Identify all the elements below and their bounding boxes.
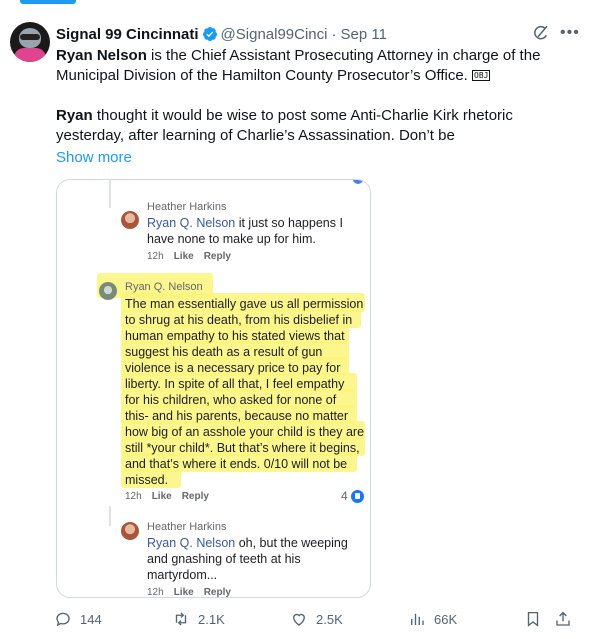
comment-line: missed. bbox=[125, 473, 169, 487]
thread-line bbox=[109, 180, 111, 208]
comment-mention: Ryan Q. Nelson bbox=[147, 216, 236, 230]
comment-reply: Reply bbox=[203, 587, 231, 598]
comment-text: Ryan Q. Nelson it just so happens I have… bbox=[147, 215, 343, 247]
comment-line: liberty. In spite of all that, I feel em… bbox=[125, 377, 345, 391]
post-header: Signal 99 Cincinnati @Signal99Cinci · Se… bbox=[56, 24, 594, 44]
share-icon bbox=[556, 611, 570, 626]
comment-text: The man essentially gave us all permissi… bbox=[125, 296, 364, 488]
comment-text-part: have none to make up for him. bbox=[147, 232, 316, 246]
comment-avatar bbox=[121, 522, 139, 540]
post-text: Ryan Nelson is the Chief Assistant Prose… bbox=[56, 46, 576, 168]
repost-count: 2.1K bbox=[198, 611, 225, 627]
post-bold-name-1: Ryan Nelson bbox=[56, 47, 147, 64]
like-button[interactable]: 2.5K bbox=[290, 610, 343, 628]
repost-button[interactable]: 2.1K bbox=[172, 610, 225, 628]
thread-line bbox=[109, 506, 111, 526]
views-count: 66K bbox=[434, 611, 458, 627]
comment-text-part: martyrdom... bbox=[147, 568, 218, 582]
comment-author: Heather Harkins bbox=[147, 201, 227, 213]
share-button[interactable] bbox=[554, 610, 572, 628]
comment-author: Ryan Q. Nelson bbox=[125, 281, 203, 293]
comment-meta: 12h Like Reply bbox=[147, 251, 231, 262]
comment-line: this- and his parents, because no matter bbox=[125, 409, 349, 423]
comment-avatar bbox=[121, 211, 139, 229]
post-paragraph-1: Ryan Nelson is the Chief Assistant Prose… bbox=[56, 46, 576, 86]
comment-line: how big of an asshole your child is they… bbox=[125, 425, 365, 439]
active-tab-indicator bbox=[20, 0, 76, 4]
comment-like: Like bbox=[173, 587, 194, 598]
verified-badge-icon bbox=[202, 27, 217, 42]
comment-time: 12h bbox=[125, 491, 142, 502]
like-count: 2.5K bbox=[316, 611, 343, 627]
comment-like: Like bbox=[173, 251, 194, 262]
views-icon bbox=[411, 613, 424, 625]
heart-icon bbox=[293, 613, 305, 626]
comment-line: for his children, who asked for none of bbox=[125, 393, 337, 407]
bookmark-button[interactable] bbox=[524, 610, 542, 628]
comment-time: 12h bbox=[147, 587, 164, 598]
comment-text: Ryan Q. Nelson oh, but the weeping and g… bbox=[147, 535, 348, 583]
like-reaction-icon bbox=[350, 489, 364, 503]
reply-icon bbox=[56, 612, 70, 627]
author-avatar[interactable] bbox=[10, 22, 50, 62]
comment-meta: 12h Like Reply bbox=[147, 587, 231, 598]
author-name[interactable]: Signal 99 Cincinnati bbox=[56, 26, 199, 43]
comment-like: Like bbox=[151, 491, 172, 502]
post-paragraph-2: Ryan thought it would be wise to post so… bbox=[56, 106, 576, 146]
reply-count: 144 bbox=[80, 611, 102, 627]
comment-line: still *your child*. But that’s where it … bbox=[125, 441, 360, 455]
grok-icon[interactable] bbox=[532, 24, 550, 42]
avatar-mask bbox=[20, 34, 40, 40]
comment-reply: Reply bbox=[181, 491, 209, 502]
repost-icon bbox=[175, 612, 187, 626]
comment-text-part: oh, but the weeping bbox=[235, 536, 348, 550]
comment-time: 12h bbox=[147, 251, 164, 262]
comment-avatar bbox=[99, 282, 117, 300]
comment-line: to shrug at his death, from his disbelie… bbox=[125, 313, 353, 327]
header-separator: · bbox=[331, 25, 337, 43]
action-bar: 144 2.1K 2.5K 66K bbox=[54, 610, 584, 632]
comment-line: violence is a necessary price to pay for bbox=[125, 361, 341, 375]
reaction-number: 4 bbox=[341, 489, 348, 503]
comment-line: The man essentially gave us all permissi… bbox=[125, 297, 364, 311]
comment-text-part: and gnashing of teeth at his bbox=[147, 552, 301, 566]
bookmark-icon bbox=[527, 611, 539, 627]
comment-mention: Ryan Q. Nelson bbox=[147, 536, 236, 550]
comment-reply: Reply bbox=[203, 251, 231, 262]
comment-line: human empathy to his stated views that bbox=[125, 329, 345, 343]
post-text-2: thought it would be wise to post some An… bbox=[56, 107, 513, 144]
screenshot-media[interactable]: Heather Harkins Ryan Q. Nelson it just s… bbox=[56, 179, 371, 598]
comment-meta: 12h Like Reply bbox=[125, 491, 209, 502]
author-handle[interactable]: @Signal99Cinci bbox=[221, 26, 328, 43]
reaction-count: 4 bbox=[341, 489, 364, 503]
comment-text-part: it just so happens I bbox=[235, 216, 343, 230]
more-icon[interactable]: ••• bbox=[560, 24, 580, 42]
post-date[interactable]: Sep 11 bbox=[340, 26, 386, 43]
comment-line: suggest his death as a result of gun bbox=[125, 345, 323, 359]
views-button[interactable]: 66K bbox=[408, 610, 457, 628]
show-more-link[interactable]: Show more bbox=[56, 148, 576, 168]
post-bold-name-2: Ryan bbox=[56, 107, 93, 124]
scroll-indicator bbox=[353, 180, 363, 184]
obj-replacement-glyph: OBJ bbox=[472, 70, 491, 81]
comment-line: and that’s where it ends. 0/10 will not … bbox=[125, 457, 348, 471]
reply-button[interactable]: 144 bbox=[54, 610, 102, 628]
comment-author: Heather Harkins bbox=[147, 521, 227, 533]
avatar-body bbox=[14, 48, 46, 62]
